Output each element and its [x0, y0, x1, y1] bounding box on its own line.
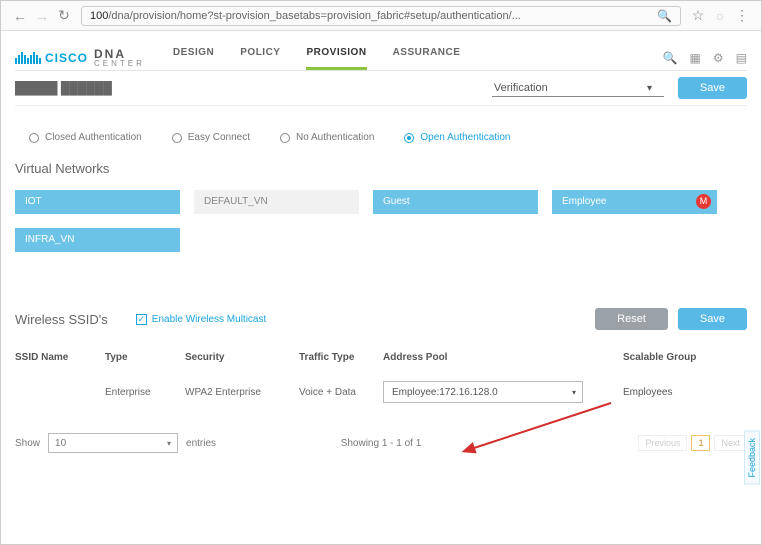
col-traffic: Traffic Type: [299, 352, 383, 363]
vn-chip-infra[interactable]: INFRA_VN: [15, 228, 180, 252]
nav-policy[interactable]: POLICY: [240, 47, 280, 68]
cell-security: WPA2 Enterprise: [185, 387, 299, 398]
radio-no-auth[interactable]: No Authentication: [280, 132, 374, 143]
cell-traffic: Voice + Data: [299, 387, 383, 398]
col-ssid-name: SSID Name: [15, 352, 105, 363]
radio-easy-connect[interactable]: Easy Connect: [172, 132, 250, 143]
verification-label[interactable]: [492, 80, 664, 97]
search-icon[interactable]: 🔍: [663, 51, 678, 65]
showing-label: Showing 1 - 1 of 1: [341, 438, 422, 449]
pager-page-1[interactable]: 1: [691, 435, 710, 451]
logo-sub: CENTER: [94, 60, 145, 68]
chevron-down-icon: ▾: [572, 388, 576, 397]
nav-design[interactable]: DESIGN: [173, 47, 214, 68]
virtual-networks-title: Virtual Networks: [15, 161, 747, 176]
radio-closed-auth[interactable]: Closed Authentication: [29, 132, 142, 143]
menu-icon[interactable]: ⋮: [733, 7, 751, 25]
col-scalable-group: Scalable Group: [583, 352, 747, 363]
list-icon[interactable]: ▤: [736, 51, 747, 65]
chevron-down-icon: ▾: [167, 439, 171, 448]
checkbox-checked-icon: ✓: [136, 314, 147, 325]
ssid-table-header: SSID Name Type Security Traffic Type Add…: [15, 352, 747, 363]
section-title-truncated: █████ ██████: [15, 81, 112, 95]
vn-chip-default[interactable]: DEFAULT_VN: [194, 190, 359, 214]
nav-provision[interactable]: PROVISION: [306, 47, 366, 68]
gear-icon[interactable]: ⚙: [713, 51, 724, 65]
radio-open-auth[interactable]: Open Authentication: [404, 132, 510, 143]
table-row: Enterprise WPA2 Enterprise Voice + Data …: [15, 381, 747, 403]
radio-label: No Authentication: [296, 132, 374, 143]
logo-brand: CISCO: [45, 51, 88, 65]
col-address-pool: Address Pool: [383, 352, 583, 363]
wireless-ssid-title: Wireless SSID's: [15, 312, 108, 327]
show-label: Show: [15, 438, 40, 449]
address-pool-value: Employee:172.16.128.0: [392, 387, 498, 398]
multicast-label: Enable Wireless Multicast: [152, 314, 266, 325]
radio-label: Easy Connect: [188, 132, 250, 143]
star-icon[interactable]: ☆: [689, 7, 707, 25]
col-security: Security: [185, 352, 299, 363]
url-path: /dna/provision/home?st-provision_basetab…: [108, 10, 520, 22]
vn-chip-iot[interactable]: IOT: [15, 190, 180, 214]
radio-label: Open Authentication: [420, 132, 510, 143]
verification-dropdown[interactable]: ▾: [492, 80, 664, 97]
browser-toolbar: ← → ↻ 100/dna/provision/home?st-provisio…: [1, 1, 761, 31]
vn-grid: IOT DEFAULT_VN Guest EmployeeM INFRA_VN: [15, 190, 747, 252]
enable-multicast-checkbox[interactable]: ✓ Enable Wireless Multicast: [136, 314, 266, 325]
save-button[interactable]: Save: [678, 308, 747, 330]
forward-icon: →: [33, 7, 51, 25]
address-pool-select[interactable]: Employee:172.16.128.0 ▾: [383, 381, 583, 403]
vn-chip-guest[interactable]: Guest: [373, 190, 538, 214]
cisco-logo[interactable]: CISCO DNA CENTER: [15, 48, 145, 68]
pager-prev[interactable]: Previous: [638, 435, 687, 451]
feedback-tab[interactable]: Feedback: [744, 431, 760, 485]
search-in-url-icon[interactable]: 🔍: [657, 9, 672, 23]
back-icon[interactable]: ←: [11, 7, 29, 25]
entries-label: entries: [186, 438, 216, 449]
extension-icon[interactable]: ○: [711, 7, 729, 25]
reload-icon[interactable]: ↻: [55, 7, 73, 25]
show-entries-select[interactable]: 10 ▾: [48, 433, 178, 453]
cell-type: Enterprise: [105, 387, 185, 398]
cisco-bars-icon: [15, 52, 41, 64]
pager-next[interactable]: Next: [714, 435, 747, 451]
url-host: 100: [90, 10, 108, 22]
vn-chip-employee[interactable]: EmployeeM: [552, 190, 717, 214]
radio-label: Closed Authentication: [45, 132, 142, 143]
top-nav: CISCO DNA CENTER DESIGN POLICY PROVISION…: [1, 31, 761, 68]
logo-product: DNA: [94, 48, 145, 60]
badge-m: M: [696, 194, 711, 209]
nav-assurance[interactable]: ASSURANCE: [393, 47, 461, 68]
address-bar[interactable]: 100/dna/provision/home?st-provision_base…: [81, 6, 681, 26]
cell-scalable-group: Employees: [583, 387, 747, 398]
show-value: 10: [55, 438, 66, 449]
apps-icon[interactable]: ▦: [690, 51, 701, 65]
auth-options: Closed Authentication Easy Connect No Au…: [29, 132, 747, 143]
save-button-top[interactable]: Save: [678, 77, 747, 99]
col-type: Type: [105, 352, 185, 363]
reset-button[interactable]: Reset: [595, 308, 668, 330]
